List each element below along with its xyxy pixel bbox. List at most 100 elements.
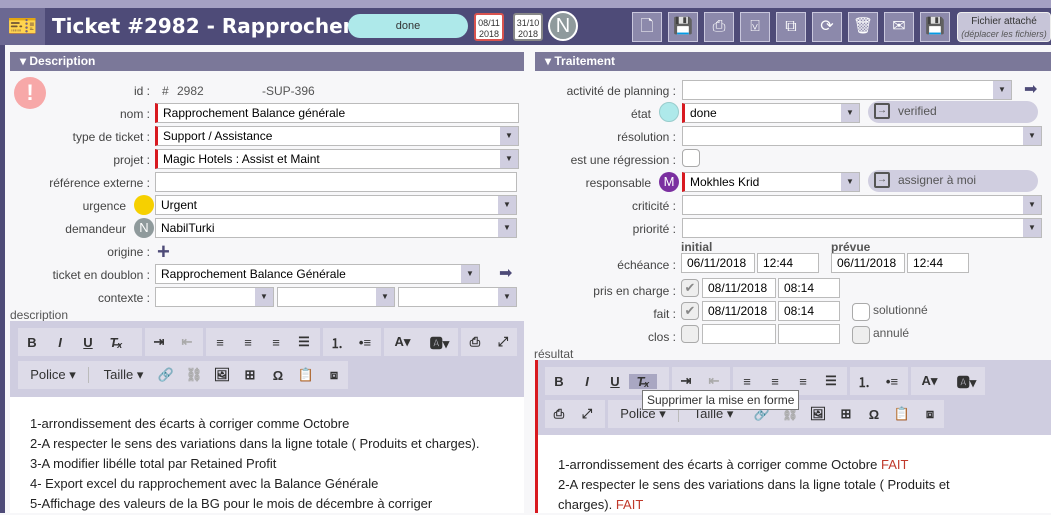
- pris-checkbox[interactable]: ✔: [681, 279, 699, 297]
- bullet-list-icon[interactable]: •≡: [878, 374, 906, 389]
- outdent-icon[interactable]: ⇤: [700, 373, 728, 389]
- responsable-select[interactable]: Mokhles Krid ▼: [682, 172, 860, 192]
- etat-select[interactable]: done ▼: [682, 103, 860, 123]
- urgence-select[interactable]: Urgent ▼: [155, 195, 517, 215]
- clos-time[interactable]: [778, 324, 840, 344]
- contexte-select-2[interactable]: ▼: [277, 287, 395, 307]
- align-right-icon[interactable]: ≡: [789, 374, 817, 389]
- mail-button[interactable]: ✉: [884, 12, 914, 42]
- bullet-list-icon[interactable]: •≡: [351, 335, 379, 350]
- table-icon[interactable]: ⊞: [236, 367, 264, 383]
- underline-button[interactable]: U: [601, 374, 629, 389]
- text-color-button[interactable]: A▾: [911, 373, 948, 389]
- italic-button[interactable]: I: [573, 374, 601, 389]
- table-icon[interactable]: ⊞: [832, 406, 860, 422]
- fait-date[interactable]: 08/11/2018: [702, 301, 776, 321]
- maximize-icon[interactable]: ⤢: [489, 334, 517, 350]
- text-color-button[interactable]: A▾: [384, 334, 421, 350]
- bg-color-button[interactable]: 🅰▾: [948, 372, 985, 391]
- outdent-icon[interactable]: ⇤: [173, 334, 201, 350]
- solutionne-checkbox[interactable]: [852, 303, 870, 321]
- goto-icon[interactable]: ➡: [1024, 79, 1037, 99]
- italic-button[interactable]: I: [46, 335, 74, 350]
- maximize-icon[interactable]: ⤢: [573, 406, 601, 422]
- clos-date[interactable]: [702, 324, 776, 344]
- assign-to-me-button[interactable]: → assigner à moi: [868, 170, 1038, 192]
- unlink-icon[interactable]: ⛓: [180, 367, 208, 383]
- activite-select[interactable]: ▼: [682, 80, 1012, 100]
- contexte-select-1[interactable]: ▼: [155, 287, 274, 307]
- demandeur-select[interactable]: NabilTurki ▼: [155, 218, 517, 238]
- omega-icon[interactable]: Ω: [860, 407, 888, 422]
- echeance-initial-date[interactable]: 06/11/2018: [681, 253, 755, 273]
- doublon-select[interactable]: Rapprochement Balance Générale ▼: [155, 264, 480, 284]
- underline-button[interactable]: U: [74, 335, 102, 350]
- copy-button[interactable]: ⧉: [776, 12, 806, 42]
- projet-select[interactable]: Magic Hotels : Assist et Maint ▼: [155, 149, 519, 169]
- priorite-select[interactable]: ▼: [682, 218, 1042, 238]
- nom-input[interactable]: Rapprochement Balance générale: [155, 103, 519, 123]
- print-icon[interactable]: ⎙: [461, 334, 489, 350]
- bold-button[interactable]: B: [545, 374, 573, 389]
- calendar-start-icon[interactable]: 08/11 2018: [474, 13, 504, 41]
- refresh-button[interactable]: ⟳: [812, 12, 842, 42]
- annule-checkbox[interactable]: [852, 326, 870, 344]
- delete-button[interactable]: 🗑: [848, 12, 878, 42]
- link-icon[interactable]: 🔗: [152, 367, 180, 383]
- contexte-select-3[interactable]: ▼: [398, 287, 517, 307]
- paste-word-icon[interactable]: 📋: [292, 367, 320, 383]
- save-as-button[interactable]: 💾: [920, 12, 950, 42]
- align-center-icon[interactable]: ≡: [234, 335, 262, 350]
- justify-icon[interactable]: ☰: [817, 373, 845, 389]
- section-traitement[interactable]: ▾ Traitement: [535, 52, 1051, 71]
- align-center-icon[interactable]: ≡: [761, 374, 789, 389]
- pris-date[interactable]: 08/11/2018: [702, 278, 776, 298]
- section-description[interactable]: ▾ Description: [10, 52, 524, 71]
- pdf-button[interactable]: ⍌: [740, 12, 770, 42]
- numbered-list-icon[interactable]: ⒈: [850, 372, 878, 391]
- font-select[interactable]: Police ▾: [18, 367, 88, 383]
- paste-word-icon[interactable]: 📋: [888, 406, 916, 422]
- resolution-select[interactable]: ▼: [682, 126, 1042, 146]
- criticite-select[interactable]: ▼: [682, 195, 1042, 215]
- type-select[interactable]: Support / Assistance ▼: [155, 126, 519, 146]
- bold-button[interactable]: B: [18, 335, 46, 350]
- remove-format-button[interactable]: T̶ₓ: [102, 335, 130, 350]
- print-icon[interactable]: ⎙: [545, 406, 573, 422]
- indent-icon[interactable]: ⇥: [672, 373, 700, 389]
- justify-icon[interactable]: ☰: [290, 334, 318, 350]
- remove-format-button[interactable]: T̶ₓ: [629, 373, 657, 389]
- regression-checkbox[interactable]: [682, 149, 700, 167]
- image-icon[interactable]: 🖼: [804, 406, 832, 422]
- save-button[interactable]: 💾: [668, 12, 698, 42]
- fait-time[interactable]: 08:14: [778, 301, 840, 321]
- image-icon[interactable]: 🖼: [208, 367, 236, 383]
- bg-color-button[interactable]: 🅰▾: [421, 333, 458, 352]
- ref-input[interactable]: [155, 172, 517, 192]
- plus-icon[interactable]: +: [157, 239, 170, 265]
- clos-checkbox[interactable]: [681, 325, 699, 343]
- goto-icon[interactable]: ➡: [499, 263, 512, 283]
- echeance-initial-time[interactable]: 12:44: [757, 253, 819, 273]
- numbered-list-icon[interactable]: ⒈: [323, 333, 351, 352]
- size-select[interactable]: Taille ▾: [88, 367, 158, 383]
- status-badge[interactable]: done: [348, 14, 468, 38]
- source-icon[interactable]: ⧈: [320, 367, 348, 383]
- align-left-icon[interactable]: ≡: [733, 374, 761, 389]
- resultat-editor[interactable]: 1-arrondissement des écarts à corriger c…: [535, 435, 1051, 513]
- echeance-prevue-time[interactable]: 12:44: [907, 253, 969, 273]
- verified-button[interactable]: → verified: [868, 101, 1038, 123]
- fait-checkbox[interactable]: ✔: [681, 302, 699, 320]
- description-editor[interactable]: 1-arrondissement des écarts à corriger c…: [10, 397, 524, 513]
- avatar[interactable]: N: [548, 11, 578, 41]
- omega-icon[interactable]: Ω: [264, 368, 292, 383]
- echeance-prevue-date[interactable]: 06/11/2018: [831, 253, 905, 273]
- source-icon[interactable]: ⧈: [916, 406, 944, 422]
- attach-file-button[interactable]: Fichier attaché (déplacer les fichiers): [957, 12, 1051, 42]
- calendar-due-icon[interactable]: 31/10 2018: [513, 13, 543, 41]
- align-right-icon[interactable]: ≡: [262, 335, 290, 350]
- indent-icon[interactable]: ⇥: [145, 334, 173, 350]
- print-button[interactable]: ⎙: [704, 12, 734, 42]
- new-document-button[interactable]: 🗋: [632, 12, 662, 42]
- align-left-icon[interactable]: ≡: [206, 335, 234, 350]
